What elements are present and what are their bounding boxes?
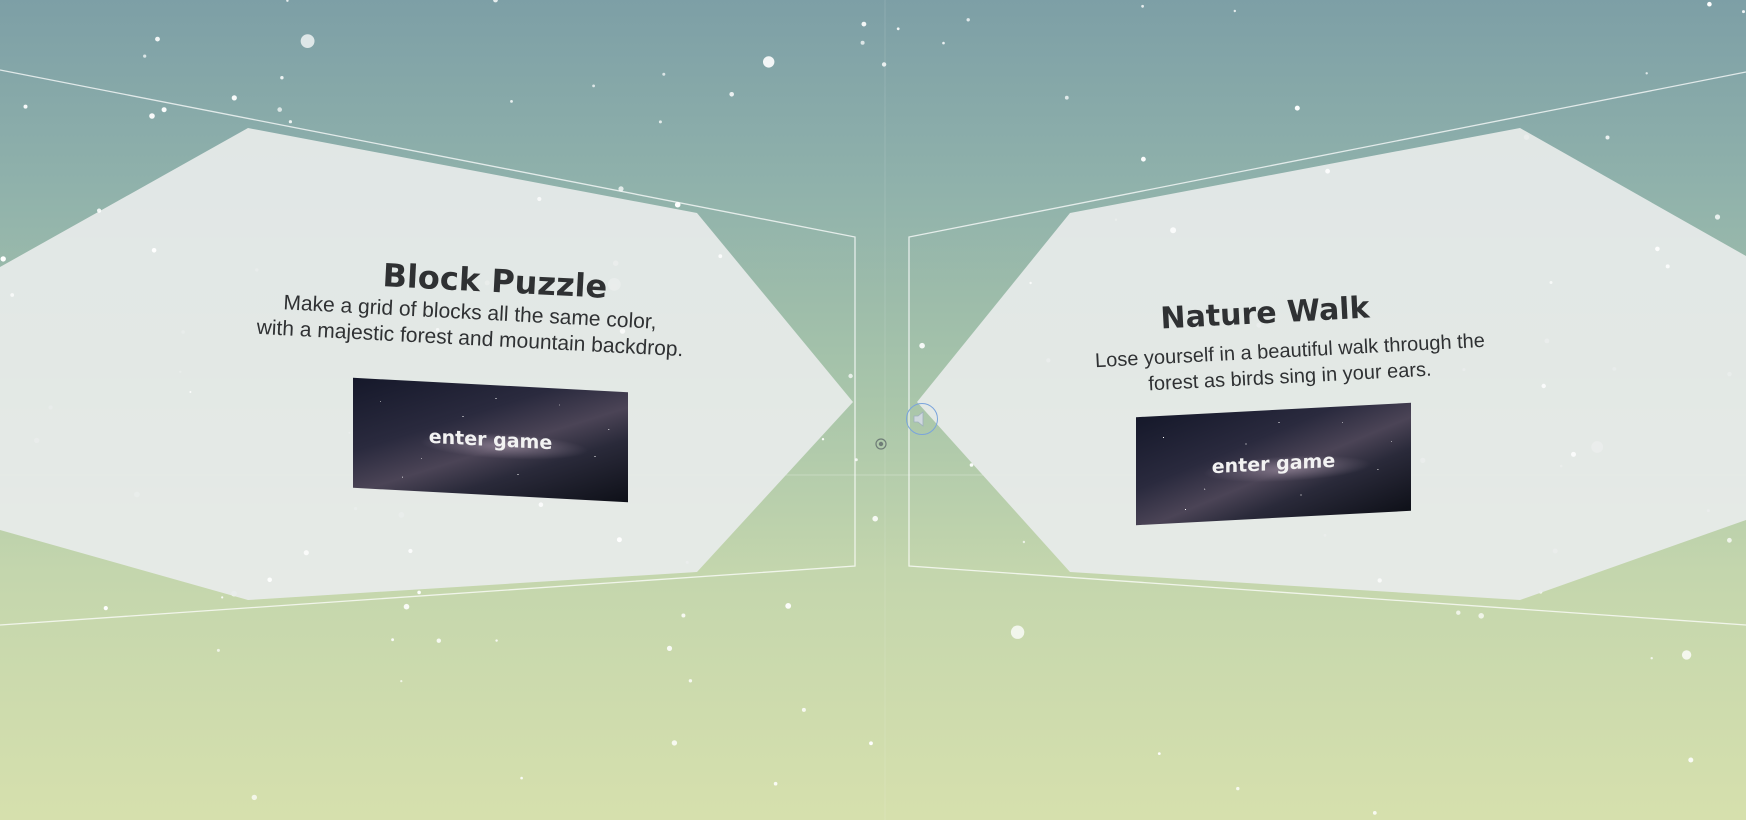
snow-particle: [408, 548, 413, 554]
snow-particle: [688, 679, 693, 683]
snow-particle: [729, 92, 734, 97]
snow-particle: [801, 707, 806, 712]
snow-particle: [149, 113, 155, 119]
snow-particle: [869, 741, 873, 746]
snow-particle: [1688, 757, 1694, 763]
snow-particle: [1157, 752, 1161, 755]
snow-particle: [592, 84, 595, 88]
snow-particle: [919, 342, 925, 349]
snow-particle: [848, 373, 853, 379]
snow-particle: [966, 18, 970, 22]
snow-particle: [1541, 383, 1546, 389]
snow-particle: [493, 0, 498, 3]
snow-particle: [718, 254, 723, 259]
snow-particle: [1478, 613, 1484, 619]
snow-particle: [216, 648, 220, 652]
snow-particle: [1236, 786, 1240, 791]
snow-particle: [189, 391, 192, 393]
snow-particle: [303, 550, 309, 556]
snow-particle: [231, 95, 237, 101]
snow-particle: [1650, 657, 1653, 660]
snow-particle: [151, 248, 157, 253]
snow-particle: [1325, 168, 1330, 174]
snow-particle: [1549, 281, 1553, 284]
snow-particle: [785, 603, 792, 609]
snow-particle: [1742, 10, 1745, 14]
snow-particle: [391, 638, 394, 642]
snow-particle: [1141, 156, 1146, 162]
snow-particle: [1605, 135, 1610, 140]
snow-particle: [143, 54, 147, 58]
snow-particle: [681, 613, 686, 618]
snow-particle: [221, 596, 224, 599]
enter-game-button[interactable]: enter game: [353, 377, 628, 503]
snow-particle: [251, 794, 257, 801]
snow-particle: [403, 603, 410, 610]
snow-particle: [616, 537, 622, 543]
snow-particle: [161, 107, 167, 113]
snow-particle: [666, 645, 673, 652]
snow-particle: [662, 72, 666, 76]
snow-particle: [671, 740, 678, 746]
left-panel-card: [0, 128, 853, 600]
snow-particle: [538, 502, 544, 508]
snow-particle: [896, 27, 900, 31]
snow-particle: [763, 56, 775, 68]
snow-particle: [1665, 264, 1670, 269]
enter-game-button[interactable]: enter game: [1136, 402, 1411, 526]
snow-particle: [277, 107, 283, 112]
snow-particle: [1727, 537, 1732, 543]
snow-particle: [1655, 246, 1660, 252]
snow-particle: [0, 256, 6, 262]
snow-particle: [861, 21, 867, 27]
vr-scene: Block Puzzle Make a grid of blocks all t…: [0, 0, 1746, 820]
snow-particle: [1377, 578, 1382, 583]
snow-particle: [288, 120, 292, 124]
snow-particle: [773, 781, 778, 786]
snow-particle: [495, 639, 498, 642]
snow-particle: [881, 62, 887, 67]
snow-particle: [280, 76, 284, 80]
snow-particle: [1681, 650, 1692, 660]
snow-particle: [821, 438, 825, 441]
snow-particle: [1456, 610, 1461, 615]
snow-particle: [510, 100, 513, 103]
snow-particle: [1064, 95, 1069, 100]
snow-particle: [537, 196, 542, 202]
snow-particle: [1714, 214, 1721, 220]
snow-particle: [872, 515, 878, 522]
snow-particle: [300, 34, 315, 48]
snow-particle: [520, 776, 523, 780]
snow-particle: [658, 120, 662, 124]
snow-particle: [1233, 9, 1237, 13]
snow-particle: [97, 208, 102, 213]
snow-particle: [1372, 811, 1377, 815]
snow-particle: [155, 36, 160, 42]
snow-particle: [1645, 72, 1648, 75]
snow-particle: [103, 606, 108, 611]
snow-particle: [1141, 4, 1144, 8]
speaker-icon[interactable]: [906, 403, 938, 435]
snow-particle: [860, 40, 865, 45]
snow-particle: [400, 680, 403, 683]
snow-particle: [942, 41, 945, 45]
snow-particle: [436, 638, 441, 643]
gaze-reticle-icon: [875, 438, 887, 450]
snow-particle: [1707, 1, 1712, 7]
snow-particle: [1294, 105, 1300, 111]
snow-particle: [267, 577, 273, 583]
snow-particle: [417, 590, 421, 595]
snow-particle: [10, 293, 15, 297]
snow-particle: [1029, 281, 1032, 285]
snow-particle: [1170, 227, 1177, 234]
snow-particle: [1571, 451, 1576, 457]
snow-particle: [23, 104, 28, 109]
snow-particle: [1022, 540, 1026, 544]
scene-background: [0, 0, 1746, 820]
snow-particle: [854, 458, 858, 462]
snow-particle: [1010, 625, 1025, 639]
snow-particle: [286, 0, 289, 2]
